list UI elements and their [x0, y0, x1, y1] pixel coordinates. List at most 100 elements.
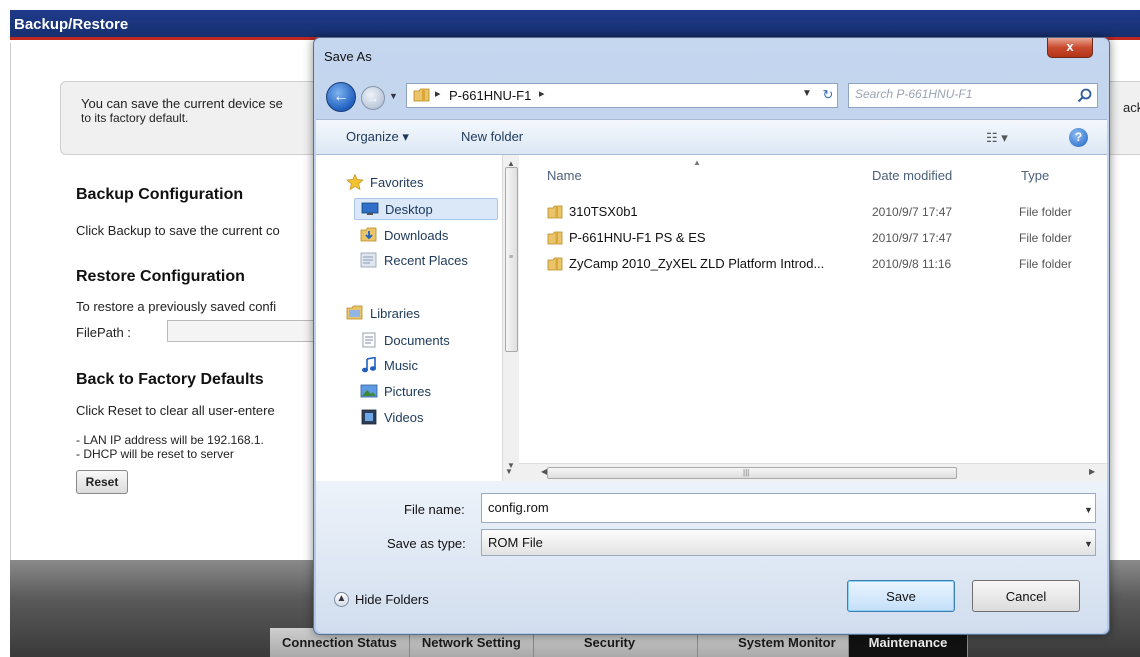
navigation-pane: Favorites Desktop Downloads Recent Place…	[316, 155, 519, 481]
horizontal-scrollbar[interactable]: ▼ ◀ ||| ▶	[505, 463, 1107, 481]
dialog-content: Favorites Desktop Downloads Recent Place…	[316, 155, 1107, 481]
folder-icon	[547, 231, 563, 245]
nav-item-downloads[interactable]: Downloads	[360, 224, 448, 246]
file-type: File folder	[1019, 231, 1072, 245]
file-type: File folder	[1019, 257, 1072, 271]
column-headers: ▲ Name Date modified Type	[519, 155, 1107, 191]
hide-folders-label: Hide Folders	[355, 592, 429, 607]
close-icon[interactable]: x	[1047, 38, 1093, 58]
horizontal-scroll-thumb[interactable]: |||	[547, 467, 957, 479]
nav-libraries[interactable]: Libraries	[346, 302, 420, 324]
reset-button[interactable]: Reset	[76, 470, 128, 494]
backup-section-title: Backup Configuration	[76, 186, 244, 203]
nav-libraries-label: Libraries	[370, 305, 420, 321]
search-input[interactable]	[855, 87, 1065, 101]
column-header-name[interactable]: Name	[547, 168, 582, 183]
refresh-icon[interactable]: ↻	[814, 83, 842, 108]
libraries-icon	[346, 305, 363, 320]
file-row[interactable]: ZyCamp 2010_ZyXEL ZLD Platform Introd...…	[519, 252, 1107, 276]
file-date: 2010/9/8 11:16	[872, 257, 952, 271]
column-header-type[interactable]: Type	[1021, 168, 1049, 183]
folder-icon	[413, 88, 430, 102]
file-date: 2010/9/7 17:47	[872, 231, 953, 245]
breadcrumb-chevron-icon[interactable]: ▸	[539, 87, 545, 100]
documents-icon	[362, 332, 376, 348]
nav-item-music[interactable]: Music	[360, 354, 418, 376]
factory-defaults-section-title: Back to Factory Defaults	[76, 371, 264, 388]
desktop-icon	[361, 202, 379, 215]
nav-item-pictures[interactable]: Pictures	[360, 380, 431, 402]
breadcrumb-chevron-icon[interactable]: ▸	[435, 87, 441, 100]
dhcp-note: - DHCP will be reset to server	[76, 447, 234, 461]
nav-item-documents[interactable]: Documents	[360, 329, 450, 351]
recent-places-icon	[360, 252, 377, 268]
filepath-input[interactable]	[167, 320, 317, 342]
file-row[interactable]: 310TSX0b1 2010/9/7 17:47 File folder	[519, 200, 1107, 224]
nav-item-label: Downloads	[384, 227, 449, 243]
recent-pages-dropdown-icon[interactable]: ▼	[389, 91, 398, 101]
file-name: ZyCamp 2010_ZyXEL ZLD Platform Introd...	[569, 256, 825, 271]
grip-icon: ≡	[509, 254, 514, 261]
nav-item-label: Music	[384, 357, 418, 373]
file-name: P-661HNU-F1 PS & ES	[569, 230, 706, 245]
nav-item-label: Videos	[384, 409, 424, 425]
music-icon	[362, 357, 376, 373]
breadcrumb-current-folder[interactable]: P-661HNU-F1	[449, 88, 531, 103]
save-as-type-dropdown-icon[interactable]: ▼	[1084, 539, 1093, 549]
restore-section-title: Restore Configuration	[76, 268, 245, 285]
nav-favorites-label: Favorites	[370, 174, 424, 190]
nav-item-label: Recent Places	[384, 252, 468, 268]
sort-ascending-icon: ▲	[693, 158, 701, 167]
cancel-button[interactable]: Cancel	[972, 580, 1080, 612]
organize-button[interactable]: Organize ▾	[346, 129, 409, 145]
hide-folders-button[interactable]: ▲ Hide Folders	[334, 592, 429, 607]
folder-icon	[547, 257, 563, 271]
file-type: File folder	[1019, 205, 1072, 219]
file-row[interactable]: P-661HNU-F1 PS & ES 2010/9/7 17:47 File …	[519, 226, 1107, 250]
back-arrow-icon[interactable]: ←	[326, 82, 356, 112]
scroll-right-arrow-icon[interactable]: ▶	[1089, 467, 1095, 476]
info-text-cut-right: ack	[1123, 100, 1140, 115]
save-as-dialog: Save As x ← → ▼ ▸ P-661HNU-F1 ▸ ▼ ↻ Orga…	[313, 37, 1110, 635]
address-bar[interactable]: ▸ P-661HNU-F1 ▸ ▼	[406, 83, 838, 108]
nav-pane-scrollbar[interactable]: ▲ ≡ ▼	[502, 155, 519, 481]
column-header-date-modified[interactable]: Date modified	[872, 168, 952, 183]
file-list: ▲ Name Date modified Type 310TSX0b1 2010…	[505, 155, 1107, 481]
search-box[interactable]	[848, 83, 1098, 108]
dialog-title: Save As	[324, 49, 372, 64]
file-name-label: File name:	[404, 502, 465, 517]
nav-item-label: Desktop	[385, 201, 433, 217]
views-icon[interactable]: ☷ ▾	[986, 130, 1008, 146]
nav-item-desktop[interactable]: Desktop	[354, 198, 498, 220]
file-date: 2010/9/7 17:47	[872, 205, 953, 219]
nav-item-label: Documents	[384, 332, 450, 348]
address-dropdown-icon[interactable]: ▼	[802, 88, 812, 99]
nav-item-recent-places[interactable]: Recent Places	[360, 249, 468, 271]
backup-section-text: Click Backup to save the current co	[76, 223, 280, 238]
scroll-down-arrow-icon[interactable]: ▼	[505, 467, 513, 476]
videos-icon	[361, 409, 377, 425]
file-name-input[interactable]: config.rom	[481, 493, 1096, 523]
file-name-dropdown-icon[interactable]: ▼	[1084, 505, 1093, 515]
lan-ip-note: - LAN IP address will be 192.168.1.	[76, 433, 264, 447]
star-icon	[346, 174, 364, 190]
filepath-label: FilePath :	[76, 325, 131, 340]
nav-item-videos[interactable]: Videos	[360, 406, 424, 428]
factory-defaults-section-text: Click Reset to clear all user-entere	[76, 403, 275, 418]
save-as-type-label: Save as type:	[387, 536, 466, 551]
collapse-icon: ▲	[334, 592, 349, 607]
save-button[interactable]: Save	[847, 580, 955, 612]
save-as-type-select[interactable]: ROM File	[481, 529, 1096, 556]
downloads-icon	[360, 227, 377, 242]
dialog-toolbar: Organize ▾ New folder ☷ ▾ ?	[316, 119, 1107, 155]
nav-favorites[interactable]: Favorites	[346, 171, 423, 193]
new-folder-button[interactable]: New folder	[461, 129, 523, 144]
forward-arrow-icon[interactable]: →	[361, 86, 385, 110]
nav-pane-scroll-thumb[interactable]: ≡	[505, 167, 518, 352]
help-icon[interactable]: ?	[1069, 128, 1088, 147]
search-icon[interactable]	[1076, 87, 1093, 104]
pictures-icon	[360, 384, 378, 398]
folder-icon	[547, 205, 563, 219]
grip-icon: |||	[743, 468, 750, 477]
dialog-footer: ▲ Hide Folders Save Cancel	[316, 559, 1107, 633]
